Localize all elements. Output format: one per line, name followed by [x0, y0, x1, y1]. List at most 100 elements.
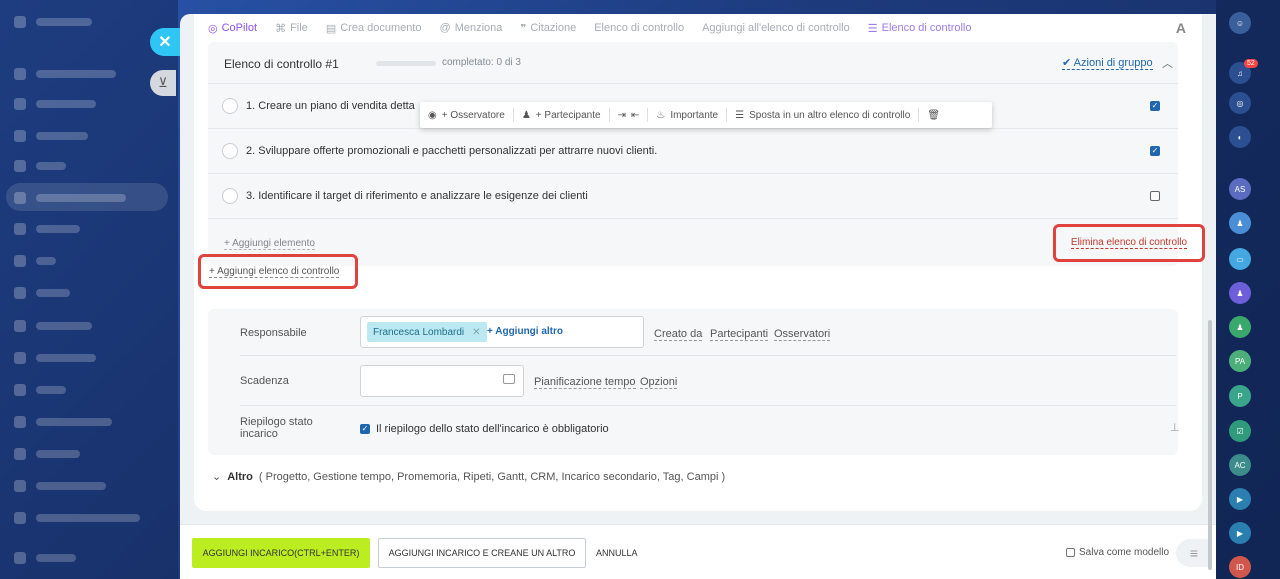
add-item-link[interactable]: + Aggiungi elemento: [224, 238, 315, 250]
checklist-item[interactable]: 2. Sviluppare offerte promozionali e pac…: [208, 129, 1178, 174]
sidebar-row[interactable]: [14, 192, 126, 204]
add-more-link[interactable]: + Aggiungi altro: [487, 326, 563, 337]
group-actions-link[interactable]: ✔ Azioni di gruppo: [1062, 56, 1153, 70]
add-observer-button[interactable]: ◉ + Osservatore: [420, 108, 514, 122]
responsible-field[interactable]: Francesca Lombardi ✕ + Aggiungi altro: [360, 316, 644, 348]
indent-buttons[interactable]: ⇥ ⇤: [610, 108, 649, 122]
sidebar-row[interactable]: [14, 223, 80, 235]
add-checklist-link[interactable]: + Aggiungi elenco di controllo: [209, 266, 340, 278]
close-icon: ✕: [158, 34, 172, 51]
sidebar-row[interactable]: [14, 552, 76, 564]
important-button[interactable]: ♨ Importante: [648, 108, 728, 122]
cancel-button[interactable]: ANNULLA: [596, 548, 638, 558]
video-icon[interactable]: ▶: [1229, 488, 1251, 510]
mention-button[interactable]: @ Menziona: [440, 22, 503, 34]
checklist-item-text[interactable]: Identificare il target di riferimento e …: [258, 190, 588, 202]
checklist-item-text[interactable]: Creare un piano di vendita detta: [258, 100, 415, 112]
created-by-link[interactable]: Creato da: [654, 328, 703, 341]
sidebar-row[interactable]: [14, 512, 140, 524]
item-select-checkbox[interactable]: ✓: [1150, 101, 1160, 111]
observers-link[interactable]: Osservatori: [774, 328, 831, 341]
add-task-and-another-button[interactable]: AGGIUNGI INCARICO E CREANE UN ALTRO: [378, 538, 586, 568]
sidebar-row[interactable]: [14, 160, 66, 172]
move-to-checklist-button[interactable]: ☰ Sposta in un altro elenco di controllo: [727, 108, 920, 122]
responsible-label: Responsabile: [240, 327, 307, 339]
avatar[interactable]: AC: [1229, 454, 1251, 476]
group-icon[interactable]: ♟: [1229, 212, 1251, 234]
checklist-title[interactable]: Elenco di controllo #1: [224, 57, 339, 71]
task-slider: ◎ CoPilot ⌘ File ▤ Crea documento @ Menziona…: [180, 14, 1216, 579]
deadline-input[interactable]: [360, 365, 524, 397]
item-select-checkbox[interactable]: ✓: [1150, 146, 1160, 156]
text-format-button[interactable]: A: [1176, 20, 1186, 36]
sidebar-row[interactable]: [14, 480, 106, 492]
avatar[interactable]: ID: [1229, 556, 1251, 578]
create-document-button[interactable]: ▤ Crea documento: [326, 22, 422, 35]
group-icon[interactable]: ♟: [1229, 316, 1251, 338]
chevron-up-icon[interactable]: ︿: [1162, 55, 1173, 71]
participants-link[interactable]: Partecipanti: [710, 328, 769, 341]
chat-bubble-icon[interactable]: ▭: [1229, 248, 1251, 270]
chat-icon[interactable]: ◐: [1229, 126, 1251, 148]
file-button[interactable]: ⌘ File: [275, 22, 308, 35]
avatar[interactable]: PA: [1229, 350, 1251, 372]
complete-radio[interactable]: [222, 98, 238, 114]
checklist-item-text[interactable]: Sviluppare offerte promozionali e pacche…: [258, 145, 657, 157]
video-icon[interactable]: ▶: [1229, 522, 1251, 544]
minimize-slider-button[interactable]: ⊻: [150, 70, 176, 96]
save-as-template[interactable]: Salva come modello: [1066, 547, 1169, 558]
sidebar-row[interactable]: [14, 130, 88, 142]
calendar-icon[interactable]: [503, 374, 515, 384]
checklist-button[interactable]: Elenco di controllo: [594, 22, 684, 34]
add-task-button[interactable]: AGGIUNGI INCARICO(CTRL+ENTER): [192, 538, 370, 568]
sidebar-row[interactable]: [14, 68, 116, 80]
checklist-active-button[interactable]: ☰ Elenco di controllo: [868, 22, 972, 35]
item-actions-popup: ◉ + Osservatore ♟ + Partecipante ⇥ ⇤ ♨ Impor…: [420, 102, 992, 128]
status-summary-checkbox[interactable]: ✓: [360, 424, 370, 434]
delete-checklist-highlight: Elimina elenco di controllo: [1053, 224, 1205, 262]
sidebar-row[interactable]: [14, 287, 70, 299]
sidebar-row[interactable]: [14, 16, 92, 28]
copilot-icon[interactable]: ◎: [1229, 92, 1251, 114]
save-template-checkbox[interactable]: [1066, 548, 1075, 557]
task-icon[interactable]: ☑: [1229, 420, 1251, 442]
sidebar-row[interactable]: [14, 320, 92, 332]
complete-radio[interactable]: [222, 188, 238, 204]
avatar[interactable]: P: [1229, 385, 1251, 407]
scrollbar[interactable]: [1208, 320, 1212, 570]
indent-icon[interactable]: ⇥: [618, 110, 626, 121]
sidebar-row[interactable]: [14, 352, 96, 364]
divider: [240, 405, 1176, 406]
delete-checklist-link[interactable]: Elimina elenco di controllo: [1070, 237, 1188, 249]
outdent-icon[interactable]: ⇤: [631, 110, 639, 121]
more-section[interactable]: ⌄ Altro( Progetto, Gestione tempo, Promem…: [212, 470, 725, 484]
add-to-checklist-button[interactable]: Aggiungi all'elenco di controllo: [702, 22, 850, 34]
minimize-icon: ⊻: [158, 75, 168, 90]
user-avatar[interactable]: ☺: [1229, 12, 1251, 34]
group-icon[interactable]: ♟: [1229, 282, 1251, 304]
eye-icon: ◉: [428, 109, 437, 121]
avatar[interactable]: AS: [1229, 178, 1251, 200]
right-rail: ☺ ♫ 52 ◎ ◐ AS ♟ ▭ ♟ ♟ PA P ☑ AC ▶ ▶ ID: [1216, 0, 1280, 579]
quote-button[interactable]: ❞ Citazione: [520, 22, 576, 35]
sidebar-row[interactable]: [14, 448, 80, 460]
time-planning-link[interactable]: Pianificazione tempo: [534, 376, 636, 389]
close-slider-button[interactable]: ✕: [150, 28, 180, 56]
task-editor-card: ◎ CoPilot ⌘ File ▤ Crea documento @ Menziona…: [194, 14, 1205, 511]
delete-item-button[interactable]: 🗑: [919, 108, 948, 122]
complete-radio[interactable]: [222, 143, 238, 159]
sidebar-row[interactable]: [14, 255, 56, 267]
remove-icon[interactable]: ✕: [472, 327, 480, 338]
checklist-item[interactable]: 3. Identificare il target di riferimento…: [208, 174, 1178, 219]
options-link[interactable]: Opzioni: [640, 376, 678, 389]
list-icon: ☰: [735, 109, 745, 121]
sidebar-row[interactable]: [14, 98, 96, 110]
copilot-button[interactable]: ◎ CoPilot: [208, 22, 257, 35]
sidebar-row[interactable]: [14, 416, 112, 428]
checklist-block: Elenco di controllo #1 completato: 0 di …: [208, 42, 1205, 266]
pin-icon[interactable]: ⊥: [1170, 421, 1180, 434]
item-select-checkbox[interactable]: [1150, 191, 1160, 201]
add-participant-button[interactable]: ♟ + Partecipante: [514, 108, 610, 122]
menu-icon[interactable]: ≡: [1176, 539, 1212, 567]
sidebar-row[interactable]: [14, 384, 66, 396]
